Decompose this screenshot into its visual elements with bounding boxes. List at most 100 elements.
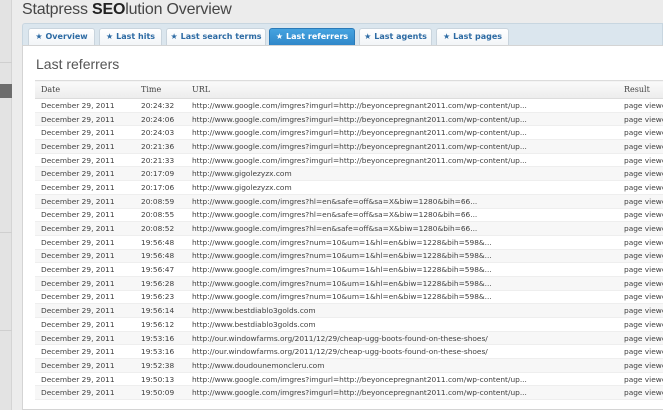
column-header-url[interactable]: URL — [186, 80, 618, 99]
cell-time: 20:08:55 — [135, 208, 186, 223]
cell-time: 20:17:09 — [135, 166, 186, 182]
cell-result: page viewed — [618, 290, 663, 305]
cell-result: page viewed — [618, 331, 663, 346]
star-icon: ★ — [442, 32, 451, 41]
cell-url[interactable]: http://www.gigolezyzx.com — [186, 180, 618, 195]
cell-url[interactable]: http://www.google.com/imgres?imgurl=http… — [186, 372, 618, 387]
tab-bar: ★ Overview ★ Last hits ★ Last search terms … — [22, 23, 663, 46]
cell-date: December 29, 2011 — [35, 112, 135, 127]
cell-result: page viewed — [618, 303, 663, 318]
referrers-table: Date Time URL Result December 29, 2011 20… — [35, 80, 663, 401]
cell-time: 19:50:13 — [135, 372, 186, 387]
table-row: December 29, 2011 20:24:03 http://www.goog… — [35, 125, 663, 141]
cell-date: December 29, 2011 — [35, 385, 135, 401]
cell-url[interactable]: http://www.google.com/imgres?num=10&um=1… — [186, 262, 618, 277]
cell-result: page viewed — [618, 180, 663, 195]
cell-url[interactable]: http://www.google.com/imgres?num=10&um=1… — [186, 249, 618, 264]
cell-result: page viewed — [618, 385, 663, 401]
column-header-time[interactable]: Time — [135, 80, 186, 99]
cell-url[interactable]: http://www.google.com/imgres?hl=en&safe=… — [186, 221, 618, 236]
cell-url[interactable]: http://www.doudounemoncleru.com — [186, 358, 618, 373]
table-row: December 29, 2011 19:56:12 http://www.best… — [35, 317, 663, 332]
cell-url[interactable]: http://www.google.com/imgres?num=10&um=1… — [186, 235, 618, 250]
cell-date: December 29, 2011 — [35, 331, 135, 346]
cell-url[interactable]: http://www.google.com/imgres?imgurl=http… — [186, 112, 618, 127]
table-row: December 29, 2011 20:24:32 http://www.goog… — [35, 98, 663, 113]
cell-url[interactable]: http://www.google.com/imgres?num=10&um=1… — [186, 276, 618, 291]
tab-overview[interactable]: ★ Overview — [28, 28, 95, 46]
column-header-result[interactable]: Result — [618, 80, 663, 99]
page-title-suffix: lution Overview — [125, 1, 232, 18]
cell-time: 20:08:59 — [135, 194, 186, 209]
cell-date: December 29, 2011 — [35, 98, 135, 113]
star-icon: ★ — [170, 32, 178, 41]
tab-last-agents[interactable]: ★ Last agents — [359, 28, 432, 46]
cell-result: page viewed — [618, 276, 663, 291]
cell-result: page viewed — [618, 153, 663, 168]
cell-time: 19:56:14 — [135, 303, 186, 318]
cell-url[interactable]: http://www.google.com/imgres?hl=en&safe=… — [186, 208, 618, 223]
cell-date: December 29, 2011 — [35, 358, 135, 373]
cell-url[interactable]: http://our.windowfarms.org/2011/12/29/ch… — [186, 344, 618, 360]
cell-url[interactable]: http://www.google.com/imgres?imgurl=http… — [186, 98, 618, 113]
cell-time: 19:56:47 — [135, 262, 186, 277]
cell-url[interactable]: http://www.google.com/imgres?imgurl=http… — [186, 139, 618, 154]
table-row: December 29, 2011 19:53:16 http://our.wind… — [35, 331, 663, 346]
admin-sidebar — [0, 0, 12, 410]
tab-label: Overview — [45, 32, 88, 41]
cell-date: December 29, 2011 — [35, 276, 135, 291]
tab-label: Last agents — [374, 32, 427, 41]
cell-result: page viewed — [618, 139, 663, 154]
cell-url[interactable]: http://www.bestdiablo3golds.com — [186, 317, 618, 332]
sidebar-divider — [0, 330, 12, 331]
cell-time: 20:24:03 — [135, 125, 186, 141]
table-row: December 29, 2011 19:56:14 http://www.best… — [35, 303, 663, 318]
table-row: December 29, 2011 19:56:28 http://www.goog… — [35, 276, 663, 291]
cell-url[interactable]: http://www.gigolezyzx.com — [186, 166, 618, 182]
column-header-date[interactable]: Date — [35, 80, 135, 99]
page-title: Statpress SEOlution Overview — [22, 1, 232, 19]
cell-url[interactable]: http://www.google.com/imgres?imgurl=http… — [186, 125, 618, 141]
cell-result: page viewed — [618, 125, 663, 141]
cell-url[interactable]: http://www.google.com/imgres?imgurl=http… — [186, 385, 618, 401]
cell-url[interactable]: http://www.google.com/imgres?num=10&um=1… — [186, 290, 618, 305]
cell-time: 19:56:12 — [135, 317, 186, 332]
table-row: December 29, 2011 20:21:36 http://www.goog… — [35, 139, 663, 154]
cell-time: 19:53:16 — [135, 344, 186, 360]
table-row: December 29, 2011 20:17:06 http://www.gigo… — [35, 180, 663, 195]
cell-url[interactable]: http://our.windowfarms.org/2011/12/29/ch… — [186, 331, 618, 346]
cell-url[interactable]: http://www.google.com/imgres?hl=en&safe=… — [186, 194, 618, 209]
table-row: December 29, 2011 20:08:59 http://www.goog… — [35, 194, 663, 209]
cell-date: December 29, 2011 — [35, 235, 135, 250]
tab-last-search-terms[interactable]: ★ Last search terms — [166, 28, 266, 46]
cell-result: page viewed — [618, 112, 663, 127]
cell-date: December 29, 2011 — [35, 372, 135, 387]
cell-url[interactable]: http://www.bestdiablo3golds.com — [186, 303, 618, 318]
table-row: December 29, 2011 19:52:38 http://www.doud… — [35, 358, 663, 373]
star-icon: ★ — [35, 32, 43, 41]
cell-url[interactable]: http://www.google.com/imgres?imgurl=http… — [186, 153, 618, 168]
cell-date: December 29, 2011 — [35, 194, 135, 209]
tab-label: Last referrers — [286, 32, 349, 41]
cell-time: 20:08:52 — [135, 221, 186, 236]
cell-time: 19:50:09 — [135, 385, 186, 401]
cell-result: page viewed — [618, 344, 663, 360]
table-row: December 29, 2011 20:24:06 http://www.goog… — [35, 112, 663, 127]
cell-result: page viewed — [618, 235, 663, 250]
content-panel: Last referrers Date Time URL Result Dece… — [22, 45, 663, 410]
tab-last-hits[interactable]: ★ Last hits — [99, 28, 162, 46]
table-row: December 29, 2011 19:53:16 http://our.wind… — [35, 344, 663, 360]
tab-last-pages[interactable]: ★ Last pages — [436, 28, 509, 46]
star-icon: ★ — [364, 32, 372, 41]
tab-last-referrers[interactable]: ★ Last referrers — [269, 28, 355, 46]
table-row: December 29, 2011 19:56:47 http://www.goog… — [35, 262, 663, 277]
table-header-row: Date Time URL Result — [35, 80, 663, 99]
table-row: December 29, 2011 19:50:13 http://www.goog… — [35, 372, 663, 387]
sidebar-active-item[interactable] — [0, 84, 12, 98]
cell-date: December 29, 2011 — [35, 208, 135, 223]
sidebar-divider — [0, 232, 12, 233]
table-row: December 29, 2011 20:21:33 http://www.goog… — [35, 153, 663, 168]
cell-time: 20:17:06 — [135, 180, 186, 195]
cell-date: December 29, 2011 — [35, 344, 135, 360]
table-row: December 29, 2011 19:56:23 http://www.goog… — [35, 290, 663, 305]
